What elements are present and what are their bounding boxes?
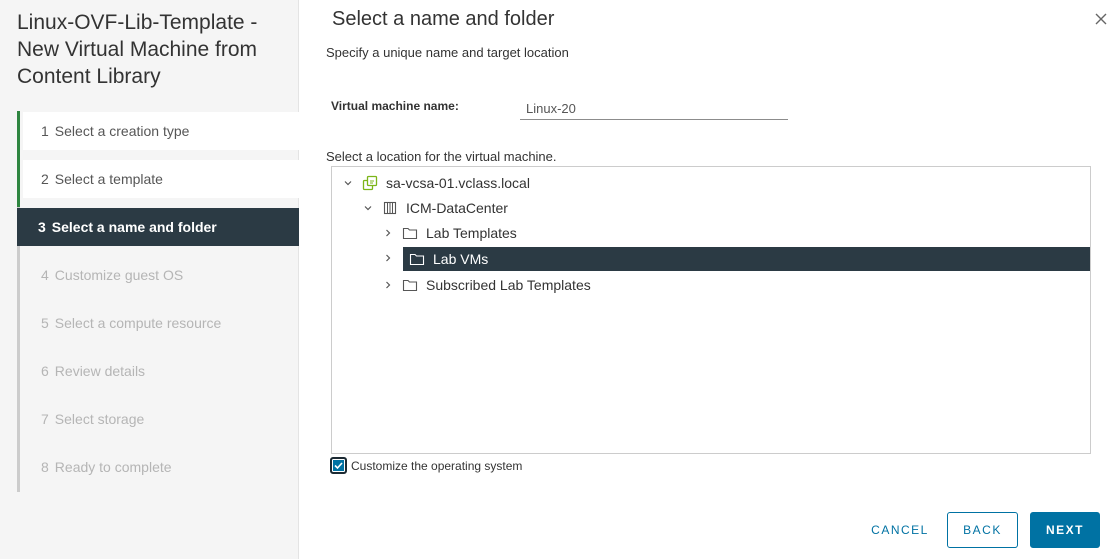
datacenter-icon xyxy=(382,200,398,216)
next-button[interactable]: NEXT xyxy=(1030,512,1100,548)
page-title: Select a name and folder xyxy=(332,8,555,30)
step-label: Select a name and folder xyxy=(51,219,217,235)
tree-node-lab-vms[interactable]: Lab VMs xyxy=(403,247,1090,271)
customize-os-label: Customize the operating system xyxy=(351,458,523,473)
chevron-right-icon[interactable] xyxy=(380,253,396,263)
tree-node-label: Lab Templates xyxy=(426,225,517,241)
step-compute-resource: 5 Select a compute resource xyxy=(23,304,302,342)
step-progress-indicator xyxy=(17,111,20,207)
close-icon[interactable] xyxy=(1094,12,1108,26)
step-number: 8 xyxy=(41,459,49,475)
folder-icon xyxy=(402,225,418,241)
chevron-right-icon[interactable] xyxy=(380,228,396,238)
tree-node-label: Lab VMs xyxy=(433,251,489,267)
chevron-right-icon[interactable] xyxy=(380,280,396,290)
step-number: 2 xyxy=(41,171,49,187)
step-number: 7 xyxy=(41,411,49,427)
tree-node-vcenter[interactable]: sa-vcsa-01.vclass.local xyxy=(340,171,530,195)
vcenter-icon xyxy=(362,175,378,191)
wizard-title: Linux-OVF-Lib-Template - New Virtual Mac… xyxy=(17,11,258,88)
step-template[interactable]: 2 Select a template xyxy=(23,160,302,198)
step-label: Customize guest OS xyxy=(54,267,184,283)
step-number: 3 xyxy=(38,219,46,235)
step-label: Select a template xyxy=(54,171,163,187)
location-label: Select a location for the virtual machin… xyxy=(326,149,557,164)
wizard-sidebar: Linux-OVF-Lib-Template - New Virtual Mac… xyxy=(0,0,302,559)
cancel-button[interactable]: CANCEL xyxy=(861,512,939,548)
step-number: 4 xyxy=(41,267,49,283)
step-name-and-folder[interactable]: 3 Select a name and folder xyxy=(17,208,299,246)
step-number: 6 xyxy=(41,363,49,379)
step-label: Review details xyxy=(54,363,146,379)
step-label: Ready to complete xyxy=(54,459,172,475)
step-list: 1 Select a creation type 2 Select a temp… xyxy=(17,111,302,492)
step-label: Select a compute resource xyxy=(54,315,222,331)
tree-node-lab-templates[interactable]: Lab Templates xyxy=(380,221,517,245)
step-ready-to-complete: 8 Ready to complete xyxy=(23,448,302,486)
wizard-main: Select a name and folder Specify a uniqu… xyxy=(299,0,1118,559)
step-review-details: 6 Review details xyxy=(23,352,302,390)
tree-node-subscribed-lab-templates[interactable]: Subscribed Lab Templates xyxy=(380,273,591,297)
step-creation-type[interactable]: 1 Select a creation type xyxy=(23,112,302,150)
step-select-storage: 7 Select storage xyxy=(23,400,302,438)
customize-os-checkbox[interactable] xyxy=(330,457,347,474)
chevron-down-icon[interactable] xyxy=(340,178,356,188)
vm-name-input[interactable] xyxy=(520,97,788,120)
chevron-down-icon[interactable] xyxy=(360,203,376,213)
back-button[interactable]: BACK xyxy=(947,512,1018,548)
step-number: 1 xyxy=(41,123,49,139)
step-label: Select a creation type xyxy=(54,123,190,139)
tree-node-label: sa-vcsa-01.vclass.local xyxy=(386,175,530,191)
tree-node-label: Subscribed Lab Templates xyxy=(426,277,591,293)
step-number: 5 xyxy=(41,315,49,331)
step-customize-guest-os: 4 Customize guest OS xyxy=(23,256,302,294)
step-label: Select storage xyxy=(54,411,145,427)
page-subtitle: Specify a unique name and target locatio… xyxy=(326,45,569,60)
tree-node-label: ICM-DataCenter xyxy=(406,200,508,216)
customize-os-option[interactable]: Customize the operating system xyxy=(330,457,522,474)
folder-icon xyxy=(402,277,418,293)
location-tree: sa-vcsa-01.vclass.local ICM-DataCenter L… xyxy=(331,166,1091,454)
folder-icon xyxy=(409,251,425,267)
tree-node-datacenter[interactable]: ICM-DataCenter xyxy=(360,196,508,220)
vm-name-label: Virtual machine name: xyxy=(331,99,459,113)
